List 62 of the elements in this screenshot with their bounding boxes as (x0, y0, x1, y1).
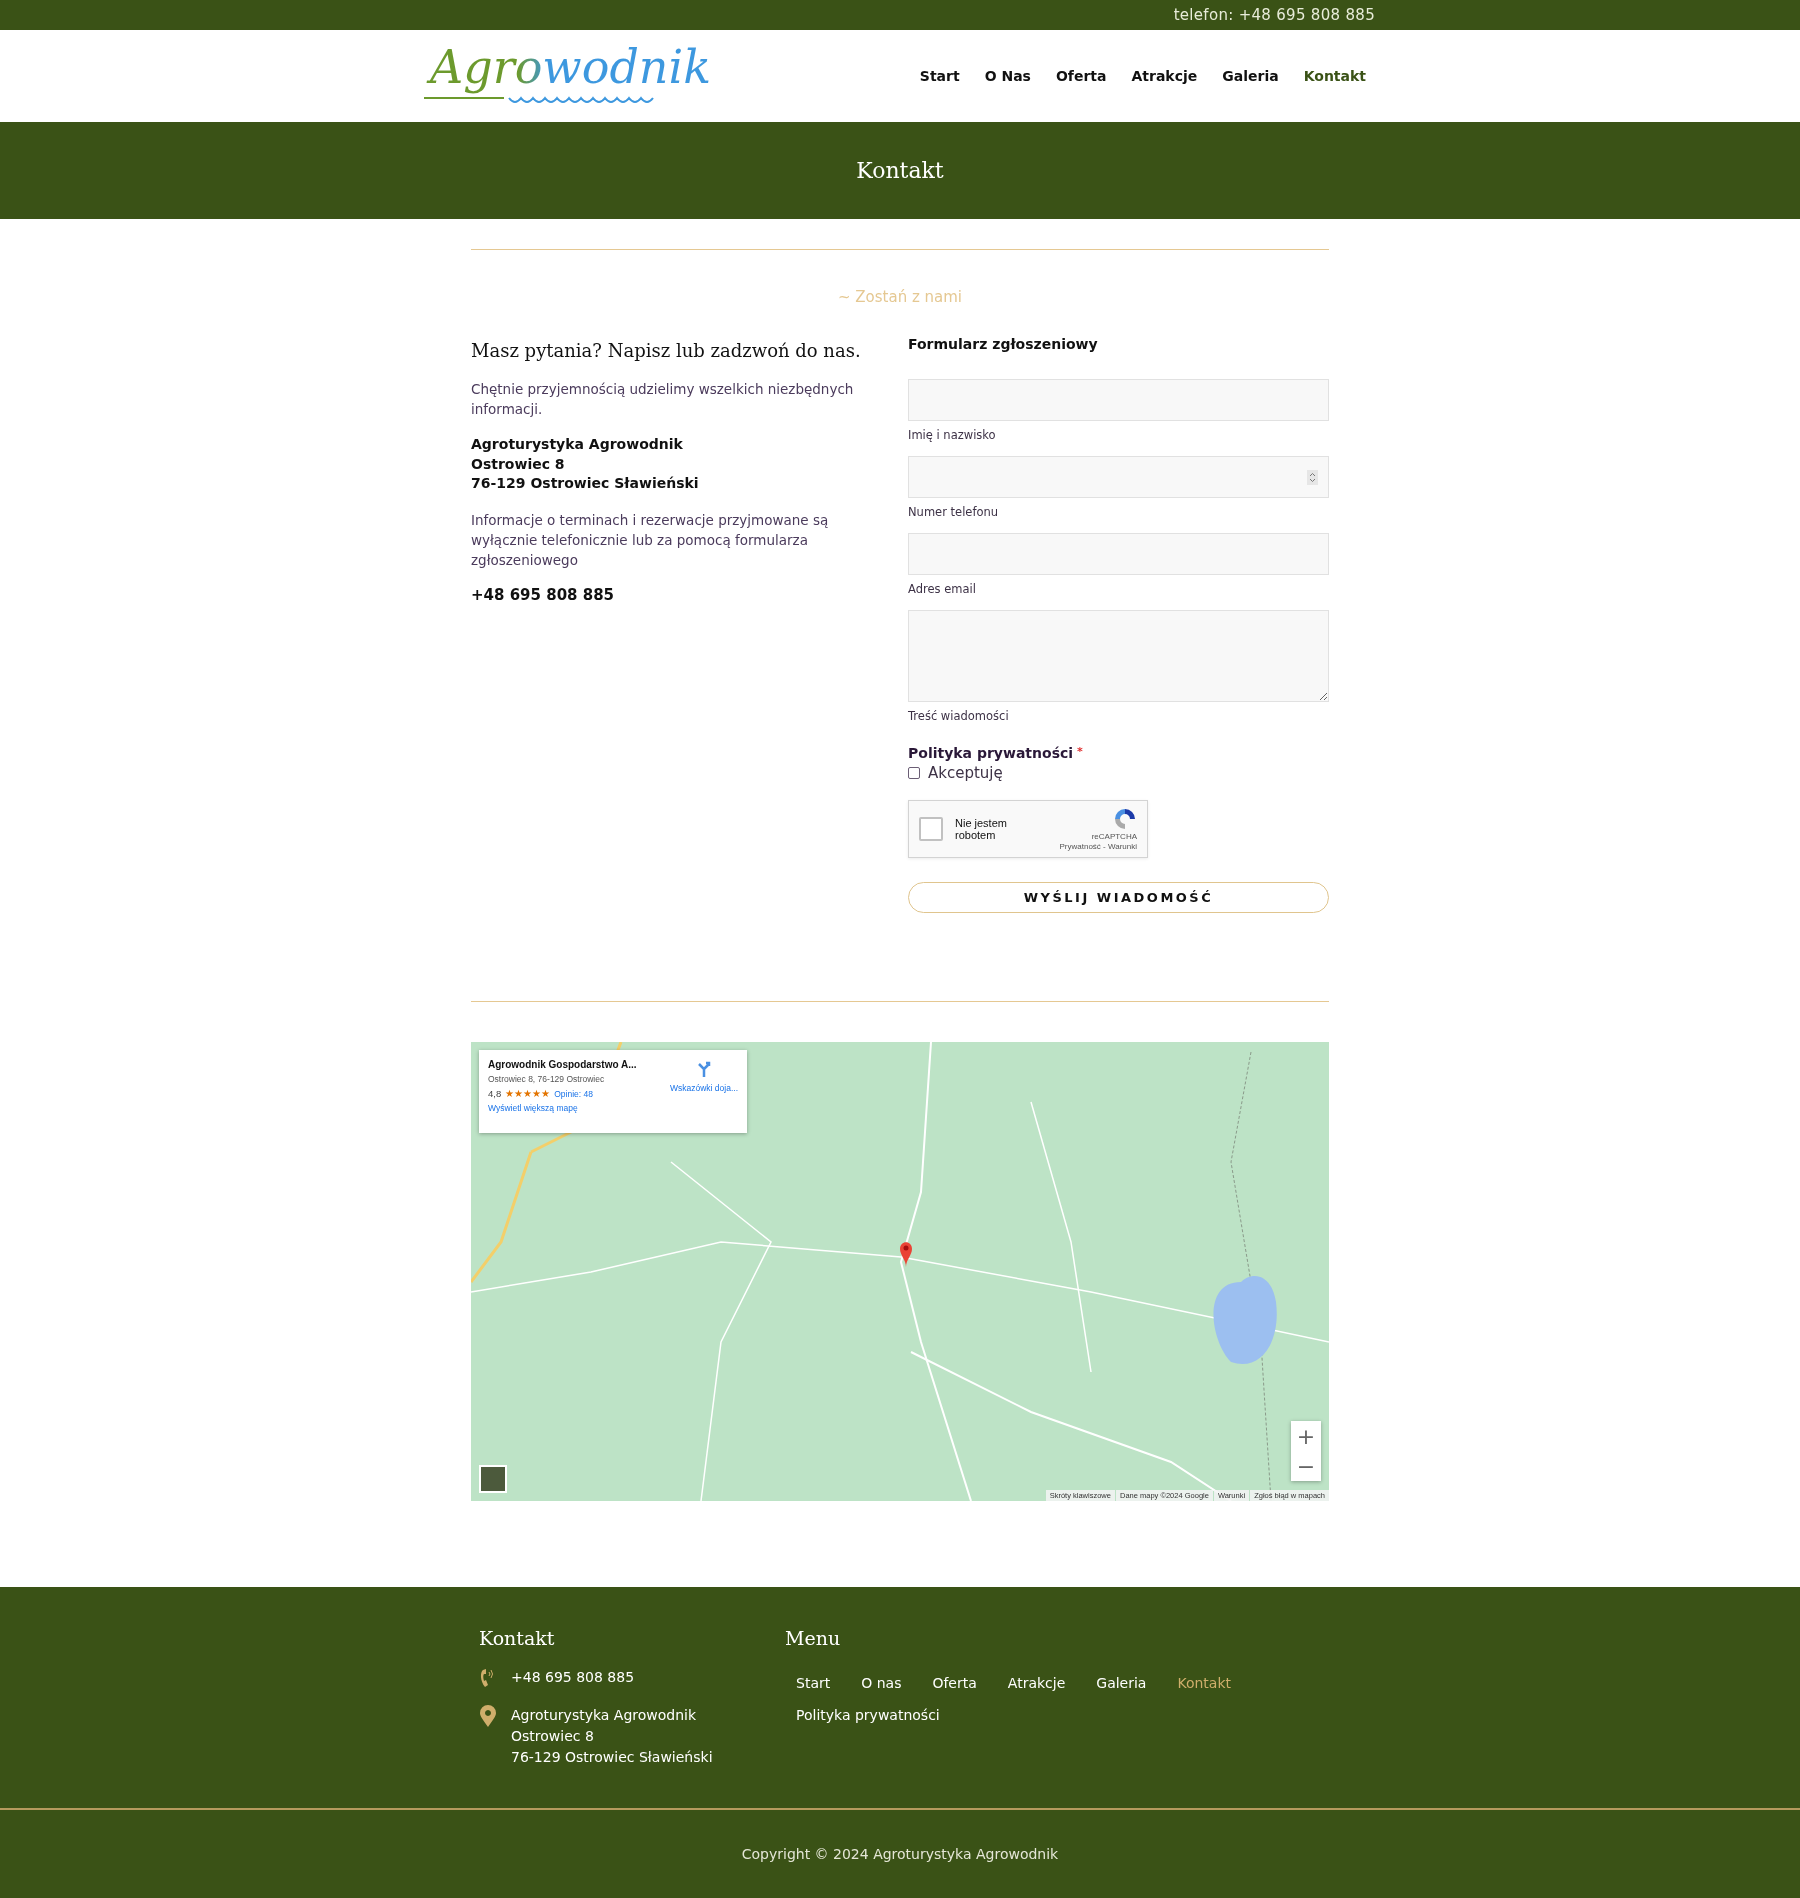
nav-link[interactable]: Kontakt (1303, 68, 1366, 84)
place-address: Ostrowiec 8, 76-129 Ostrowiec (488, 1074, 606, 1084)
zoom-out-button[interactable]: − (1291, 1451, 1321, 1481)
footer-link[interactable]: Kontakt (1177, 1675, 1232, 1691)
tagline: ~ Zostań z nami (836, 288, 964, 306)
footer-address-line: Agroturystyka Agrowodnik (511, 1706, 698, 1725)
field-label: Imię i nazwisko (908, 428, 997, 442)
booking-note: Informacje o terminach i rezerwacje przyjmowane są wyłącznie telefonicznie lub za pomocą formularza zgłoszeniowego (471, 510, 830, 570)
submit-button[interactable]: WYŚLIJ WIADOMOŚĆ (908, 882, 1329, 913)
rating-value: 4,8 (488, 1088, 502, 1099)
captcha-label: Nie jestem robotem (955, 817, 1008, 841)
phone-number: +48 695 808 885 (471, 585, 616, 604)
top-phone: telefon: +48 695 808 885 (1173, 6, 1375, 24)
footer-link[interactable]: Start (796, 1675, 831, 1691)
nav-link[interactable]: Atrakcje (1131, 68, 1198, 84)
field-label: Treść wiadomości (908, 709, 1010, 723)
nav-link[interactable]: O Nas (984, 68, 1031, 84)
captcha-links[interactable]: Prywatność - Warunki (1059, 842, 1137, 851)
contact-heading: Masz pytania? Napisz lub zadzwoń do nas. (471, 340, 862, 361)
footer-menu-title: Menu (785, 1627, 842, 1649)
nav-link[interactable]: Start (919, 68, 960, 84)
page-title: Kontakt (856, 158, 944, 183)
field-label: Adres email (908, 582, 977, 596)
address-line: 76-129 Ostrowiec Sławieński (471, 474, 700, 493)
footer-link[interactable]: Atrakcje (1007, 1675, 1066, 1691)
phone-field[interactable] (908, 456, 1329, 498)
message-field[interactable] (908, 610, 1329, 702)
recaptcha-icon (1113, 807, 1137, 831)
footer-address-line: 76-129 Ostrowiec Sławieński (511, 1748, 713, 1767)
spinner-icon[interactable] (1307, 470, 1318, 485)
zoom-in-button[interactable]: + (1291, 1421, 1321, 1451)
address-line: Agroturystyka Agrowodnik (471, 435, 684, 454)
captcha-brand: reCAPTCHA (1091, 832, 1137, 841)
place-title: Agrowodnik Gospodarstwo A... (488, 1059, 638, 1070)
footer-link[interactable]: Polityka prywatności (796, 1707, 940, 1723)
footer-link[interactable]: Oferta (932, 1675, 977, 1691)
footer-phone: +48 695 808 885 (511, 1668, 635, 1687)
captcha-checkbox[interactable] (919, 817, 943, 841)
footer-contact-title: Kontakt (479, 1627, 556, 1649)
address-line: Ostrowiec 8 (471, 454, 566, 474)
email-field[interactable] (908, 533, 1329, 575)
footer-link[interactable]: O nas (861, 1675, 902, 1691)
nav-link[interactable]: Galeria (1222, 68, 1279, 84)
directions-link[interactable]: Wskazówki doja... (669, 1083, 738, 1093)
larger-map-link[interactable]: Wyświetl większą mapę (488, 1103, 670, 1113)
rating-stars: ★★★★★ (505, 1088, 551, 1099)
footer-address-line: Ostrowiec 8 (511, 1727, 595, 1746)
directions-icon[interactable] (697, 1061, 711, 1077)
required-mark: * (1077, 745, 1083, 758)
intro-text: Chętnie przyjemnością udzielimy wszelkich niezbędnych informacji. (471, 380, 855, 419)
field-label: Numer telefonu (908, 505, 1000, 519)
privacy-label: Polityka prywatności (908, 745, 1074, 761)
satellite-thumbnail[interactable] (479, 1465, 507, 1493)
nav-link[interactable]: Oferta (1055, 68, 1107, 84)
location-pin-icon (479, 1705, 497, 1727)
form-title: Formularz zgłoszeniowy (908, 336, 1099, 352)
reviews-link[interactable]: Opinie: 48 (554, 1088, 593, 1099)
copyright: Copyright © 2024 Agroturystyka Agrowodnik (741, 1846, 1059, 1862)
accept-checkbox[interactable] (908, 767, 920, 779)
accept-label: Akceptuję (928, 764, 1003, 782)
footer-link[interactable]: Galeria (1096, 1675, 1147, 1691)
name-field[interactable] (908, 379, 1329, 421)
